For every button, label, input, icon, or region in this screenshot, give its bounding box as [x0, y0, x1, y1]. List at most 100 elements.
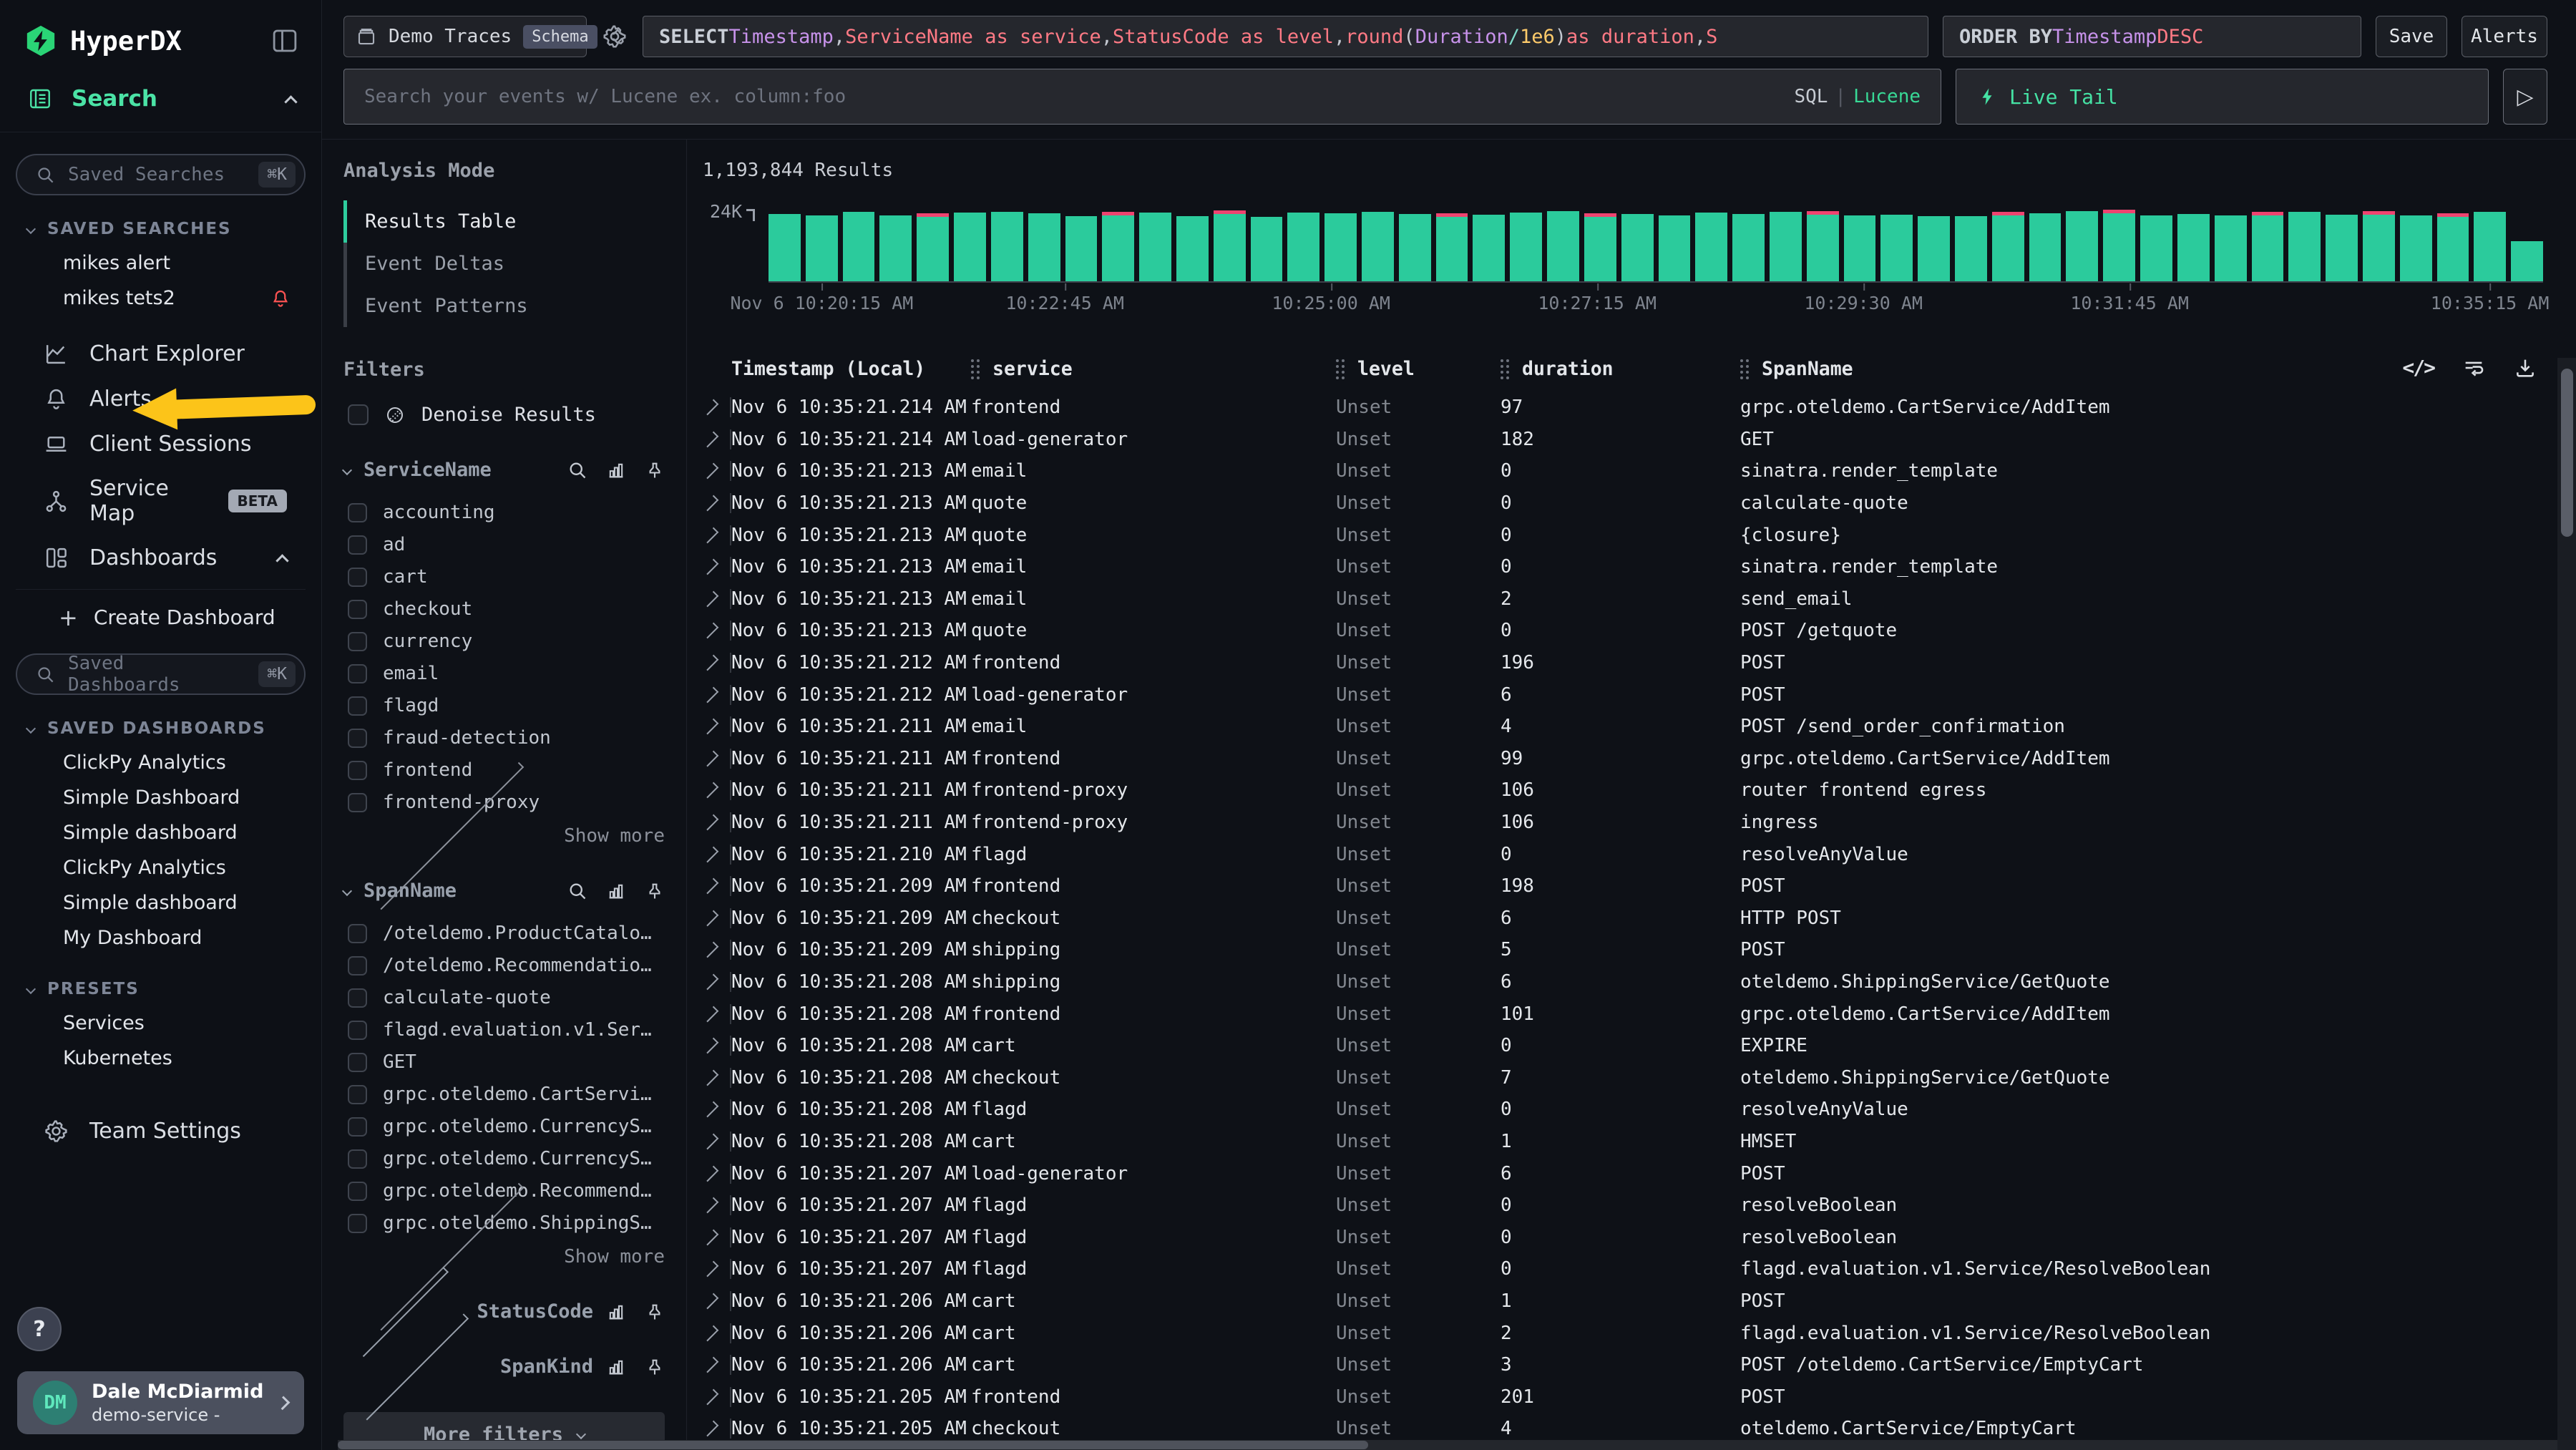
histogram-bar[interactable] [1251, 217, 1283, 281]
expand-chevron-icon[interactable] [703, 495, 719, 512]
checkbox[interactable] [348, 793, 367, 812]
table-row[interactable]: Nov 6 10:35:21.207 AMflagdUnset0flagd.ev… [703, 1253, 2543, 1285]
histogram-bar[interactable] [2066, 211, 2098, 281]
saved-dashboard-item[interactable]: ClickPy Analytics [16, 850, 306, 885]
chart-icon[interactable] [606, 881, 626, 901]
histogram-bar[interactable] [1918, 216, 1950, 281]
histogram-bar[interactable] [1955, 216, 1987, 281]
saved-searches-input[interactable]: Saved Searches ⌘K [16, 154, 306, 195]
expand-chevron-icon[interactable] [703, 719, 719, 735]
vertical-scrollbar-thumb[interactable] [2561, 369, 2573, 537]
expand-chevron-icon[interactable] [703, 878, 719, 895]
sidebar-item-team-settings[interactable]: Team Settings [16, 1109, 306, 1154]
histogram-bar[interactable] [2288, 212, 2321, 281]
denoise-results-toggle[interactable]: Denoise Results [343, 404, 665, 426]
sidebar-item-chart-explorer[interactable]: Chart Explorer [16, 331, 306, 376]
search-icon[interactable] [567, 460, 587, 480]
expand-chevron-icon[interactable] [703, 559, 719, 575]
show-more-button[interactable]: Show more [349, 825, 665, 847]
histogram-bar[interactable] [954, 213, 986, 281]
table-row[interactable]: Nov 6 10:35:21.213 AMemailUnset0sinatra.… [703, 551, 2543, 583]
row-expander[interactable] [703, 716, 731, 736]
histogram-bar[interactable] [1807, 211, 1839, 281]
histogram-bar[interactable] [2029, 213, 2062, 281]
download-icon[interactable] [2513, 356, 2537, 380]
checkbox[interactable] [348, 1053, 367, 1072]
saved-search-item[interactable]: mikes alert [16, 245, 306, 281]
sidebar-item-search[interactable]: Search [0, 74, 321, 132]
filter-option[interactable]: currency [343, 628, 665, 654]
histogram-bar[interactable] [2177, 214, 2210, 281]
expand-chevron-icon[interactable] [703, 1101, 719, 1118]
row-expander[interactable] [703, 557, 731, 577]
filter-option[interactable]: frontend-proxy [343, 789, 665, 815]
checkbox[interactable] [348, 988, 367, 1008]
row-expander[interactable] [703, 1259, 731, 1279]
filter-option[interactable]: cart [343, 564, 665, 590]
expand-chevron-icon[interactable] [703, 1421, 719, 1437]
row-expander[interactable] [703, 876, 731, 896]
run-query-button[interactable]: ▷ [2503, 69, 2547, 125]
checkbox[interactable] [348, 1182, 367, 1201]
expand-chevron-icon[interactable] [703, 1069, 719, 1086]
histogram-bar[interactable] [1028, 213, 1060, 281]
row-expander[interactable] [703, 1291, 731, 1311]
checkbox[interactable] [348, 568, 367, 587]
order-by-input[interactable]: ORDER BY Timestamp DESC [1943, 16, 2361, 57]
table-row[interactable]: Nov 6 10:35:21.210 AMflagdUnset0resolveA… [703, 838, 2543, 870]
row-expander[interactable] [703, 589, 731, 609]
histogram-bar[interactable] [1732, 214, 1765, 281]
table-row[interactable]: Nov 6 10:35:21.208 AMcheckoutUnset7oteld… [703, 1061, 2543, 1094]
row-expander[interactable] [703, 1036, 731, 1056]
filter-option[interactable]: fraud-detection [343, 725, 665, 751]
histogram-bar[interactable] [1584, 213, 1616, 281]
histogram-bar[interactable] [2140, 215, 2172, 282]
row-expander[interactable] [703, 845, 731, 865]
row-expander[interactable] [703, 940, 731, 960]
filter-group-header[interactable]: SpanKind [343, 1356, 665, 1378]
histogram-bars[interactable] [769, 208, 2543, 283]
expand-chevron-icon[interactable] [703, 751, 719, 767]
column-header-timestamp[interactable]: Timestamp (Local) [731, 358, 971, 380]
expand-chevron-icon[interactable] [703, 591, 719, 608]
histogram-bar[interactable] [1844, 215, 1876, 281]
table-row[interactable]: Nov 6 10:35:21.208 AMfrontendUnset101grp… [703, 998, 2543, 1030]
row-expander[interactable] [703, 1387, 731, 1407]
row-expander[interactable] [703, 1004, 731, 1024]
row-expander[interactable] [703, 1355, 731, 1375]
expand-chevron-icon[interactable] [703, 432, 719, 448]
table-row[interactable]: Nov 6 10:35:21.207 AMflagdUnset0resolveB… [703, 1189, 2543, 1222]
histogram-bar[interactable] [2103, 210, 2135, 281]
row-expander[interactable] [703, 780, 731, 800]
table-row[interactable]: Nov 6 10:35:21.212 AMfrontendUnset196POS… [703, 647, 2543, 679]
chart-icon[interactable] [606, 1302, 626, 1322]
saved-searches-section[interactable]: SAVED SEARCHES [27, 220, 306, 238]
histogram-bar[interactable] [1621, 214, 1654, 281]
histogram-bar[interactable] [1065, 216, 1098, 281]
live-tail-button[interactable]: Live Tail [1956, 69, 2489, 125]
filter-option[interactable]: grpc.oteldemo.CartServi… [343, 1081, 665, 1107]
search-icon[interactable] [567, 881, 587, 901]
checkbox[interactable] [348, 1117, 367, 1137]
row-expander[interactable] [703, 621, 731, 641]
table-row[interactable]: Nov 6 10:35:21.211 AMfrontendUnset99grpc… [703, 743, 2543, 775]
expand-chevron-icon[interactable] [703, 686, 719, 703]
filter-option[interactable]: accounting [343, 500, 665, 525]
table-row[interactable]: Nov 6 10:35:21.213 AMquoteUnset0POST /ge… [703, 615, 2543, 647]
histogram-bar[interactable] [843, 212, 875, 281]
filter-option[interactable]: /oteldemo.Recommendatio… [343, 953, 665, 978]
column-header-service[interactable]: service [971, 358, 1336, 380]
row-expander[interactable] [703, 525, 731, 545]
pin-icon[interactable] [645, 460, 665, 480]
sidebar-item-dashboards[interactable]: Dashboards [16, 535, 306, 580]
filter-option[interactable]: GET [343, 1049, 665, 1075]
histogram-bar[interactable] [917, 213, 949, 281]
saved-search-item[interactable]: mikes tets2 [16, 281, 306, 316]
histogram-bar[interactable] [2326, 215, 2358, 281]
histogram-bar[interactable] [1139, 213, 1171, 281]
row-expander[interactable] [703, 653, 731, 673]
filter-option[interactable]: email [343, 661, 665, 686]
histogram-bar[interactable] [2437, 213, 2469, 281]
select-query-input[interactable]: SELECT Timestamp, ServiceName as service… [643, 16, 1928, 57]
histogram-bar[interactable] [1659, 215, 1691, 281]
